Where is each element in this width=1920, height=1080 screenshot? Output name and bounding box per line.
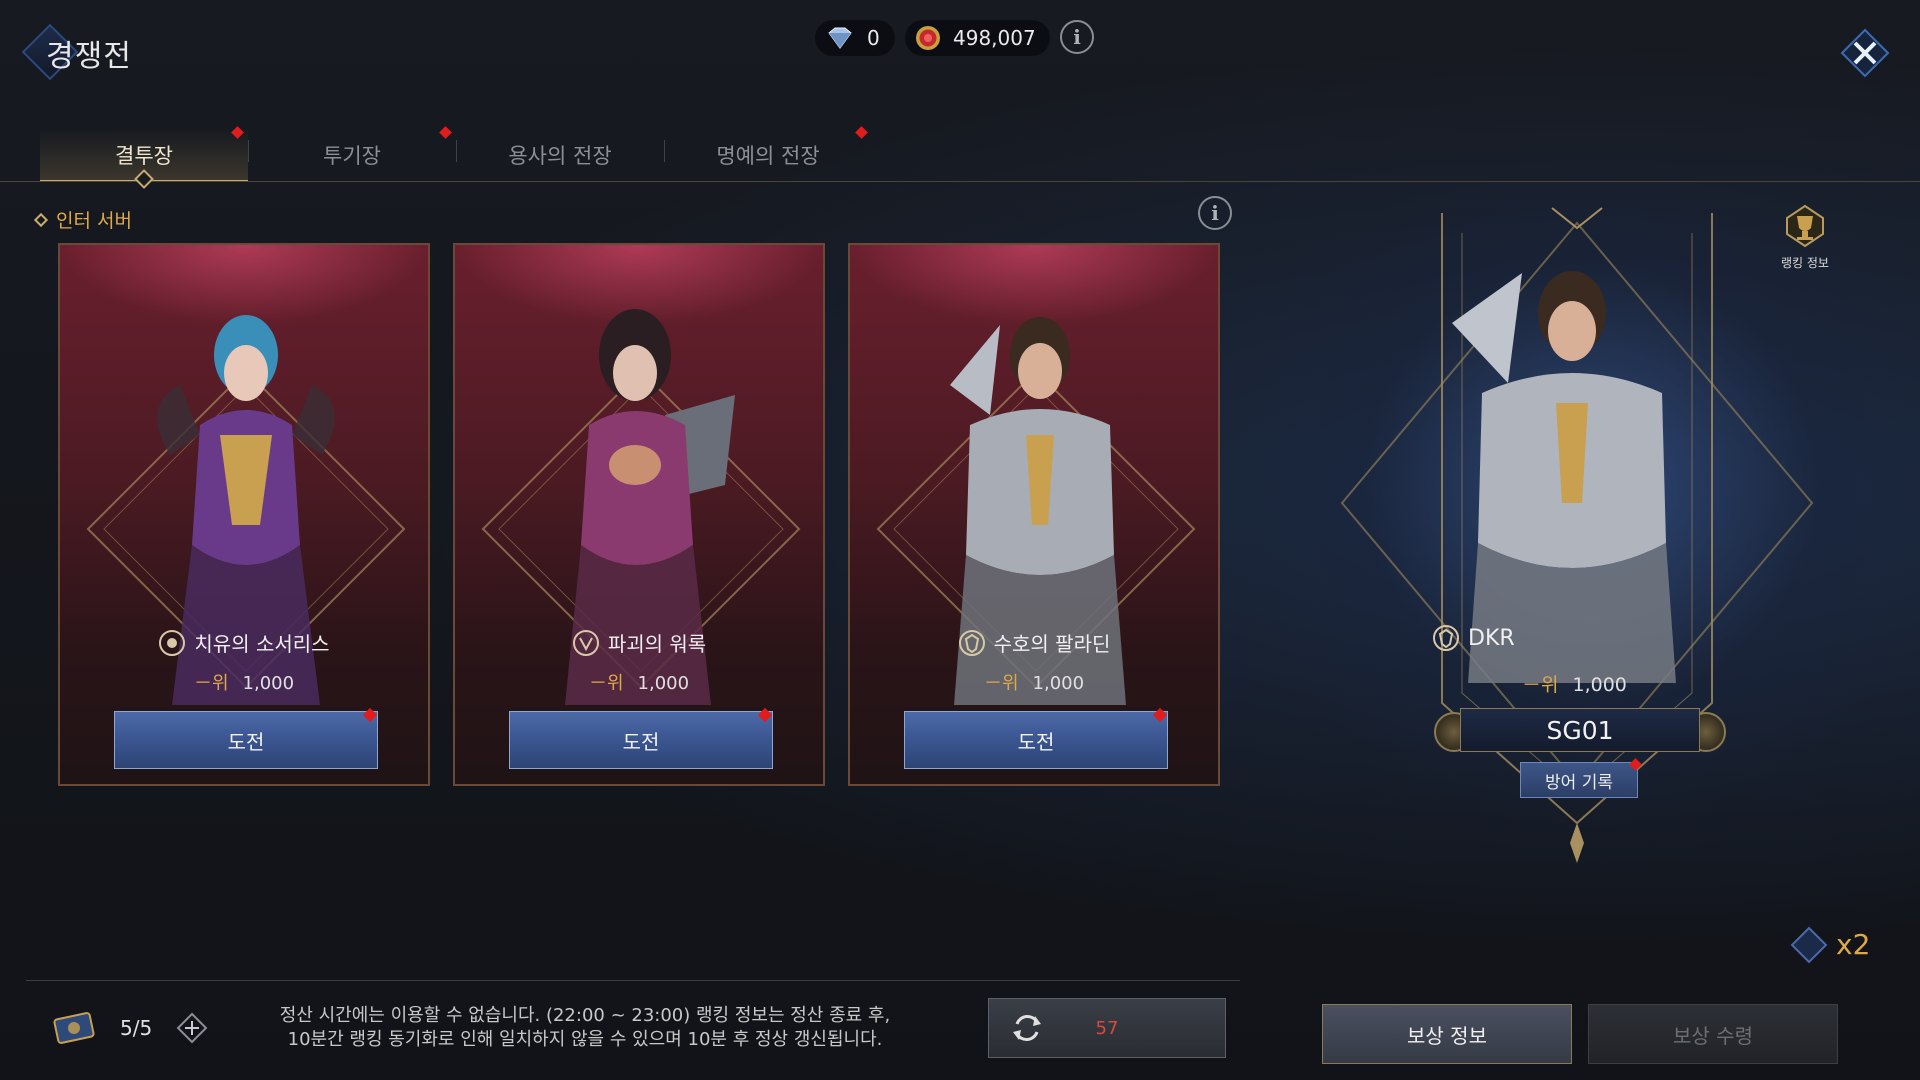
red-coin-icon — [915, 26, 941, 50]
reward-multiplier: x2 — [1790, 926, 1871, 963]
rank-score: 1,000 — [1572, 674, 1627, 696]
rank-score: 1,000 — [242, 673, 295, 694]
opponent-card[interactable]: 수호의 팔라딘 －위 1,000 도전 — [848, 243, 1220, 786]
title-area: 경쟁전 — [21, 23, 131, 81]
opponent-rank: －위 1,000 — [850, 669, 1218, 695]
refresh-cost: 57 — [1095, 1017, 1119, 1039]
coin-currency: 498,007 — [905, 20, 1050, 56]
new-badge — [231, 126, 244, 139]
currency-info-icon[interactable]: i — [1060, 20, 1094, 54]
matchup-info-icon[interactable]: i — [1198, 196, 1232, 230]
challenge-button[interactable]: 도전 — [114, 707, 378, 769]
ticket-icon — [53, 1012, 95, 1044]
tab-arena[interactable]: 투기장 — [248, 126, 456, 182]
server-section-label: 인터 서버 — [33, 206, 132, 233]
rank-position: －위 — [983, 673, 1019, 694]
diamond-amount: 0 — [867, 26, 880, 50]
refresh-opponents-button[interactable]: 57 — [988, 998, 1226, 1058]
bottom-divider — [26, 980, 1240, 981]
rank-score: 1,000 — [637, 673, 690, 694]
opponent-rank: －위 1,000 — [455, 669, 823, 695]
my-rank: －위 1,000 — [1522, 670, 1627, 697]
tab-honor-battlefield[interactable]: 명예의 전장 — [664, 126, 872, 182]
tab-warrior-battlefield[interactable]: 용사의 전장 — [456, 128, 664, 182]
blue-diamond-icon — [1790, 926, 1828, 963]
notice-line: 정산 시간에는 이용할 수 없습니다. (22:00 ~ 23:00) 랭킹 정… — [279, 1005, 891, 1026]
ranking-info-label: 랭킹 정보 — [1781, 256, 1829, 270]
mode-tabs: 결투장 투기장 용사의 전장 명예의 전장 — [40, 126, 872, 182]
opponent-card[interactable]: 파괴의 워록 －위 1,000 도전 — [453, 243, 825, 786]
opponent-class-name: 파괴의 워록 — [607, 632, 707, 656]
opponent-class: 치유의 소서리스 — [60, 628, 428, 657]
close-icon[interactable] — [1840, 28, 1890, 78]
opponent-class: 수호의 팔라딘 — [850, 628, 1218, 657]
challenge-button[interactable]: 도전 — [509, 707, 773, 769]
defense-record-label: 방어 기록 — [1545, 772, 1613, 793]
server-name: SG01 — [1546, 715, 1614, 745]
my-name-text: DKR — [1468, 625, 1515, 651]
opponent-class-name: 수호의 팔라딘 — [993, 632, 1111, 656]
diamond-bullet-icon — [33, 212, 49, 227]
rank-position: －위 — [193, 673, 229, 694]
new-badge — [439, 126, 452, 139]
page-title: 경쟁전 — [46, 39, 132, 74]
challenge-button[interactable]: 도전 — [904, 707, 1168, 769]
tab-label: 용사의 전장 — [508, 144, 612, 168]
settlement-notice: 정산 시간에는 이용할 수 없습니다. (22:00 ~ 23:00) 랭킹 정… — [240, 1004, 930, 1052]
ticket-count: 5/5 — [120, 1016, 153, 1040]
challenge-label: 도전 — [622, 729, 660, 754]
trophy-icon — [1786, 204, 1824, 248]
reward-claim-label: 보상 수령 — [1673, 1023, 1753, 1048]
opponent-class-name: 치유의 소서리스 — [194, 632, 330, 656]
defense-record-button[interactable]: 방어 기록 — [1520, 758, 1642, 798]
notice-line: 10분간 랭킹 동기화로 인해 일치하지 않을 수 있으며 10분 후 정상 갱… — [287, 1029, 883, 1050]
challenge-label: 도전 — [1017, 729, 1055, 754]
destruction-warlock-class-icon — [572, 629, 599, 656]
reward-info-label: 보상 정보 — [1407, 1023, 1487, 1048]
competition-screen: 경쟁전 0 498,007 i 결투장 투기장 용사의 전장 명예의 전장 인터… — [0, 0, 1920, 1080]
tabs-divider — [0, 181, 1920, 182]
reward-info-button[interactable]: 보상 정보 — [1322, 1004, 1572, 1064]
ranking-info-button[interactable]: 랭킹 정보 — [1770, 204, 1840, 270]
new-badge — [855, 126, 868, 139]
diamond-gem-icon — [825, 26, 855, 50]
rank-position: －위 — [588, 673, 624, 694]
reward-claim-button[interactable]: 보상 수령 — [1588, 1004, 1838, 1064]
my-character-name: DKR — [1432, 624, 1515, 652]
my-paladin-portrait — [1452, 271, 1676, 683]
add-ticket-icon[interactable] — [176, 1012, 208, 1044]
new-badge — [757, 707, 773, 723]
guardian-paladin-class-icon — [1433, 625, 1459, 651]
challenge-label: 도전 — [227, 729, 265, 754]
multiplier-text: x2 — [1836, 928, 1871, 961]
opponent-class: 파괴의 워록 — [455, 628, 823, 657]
tab-label: 투기장 — [323, 144, 381, 168]
guardian-paladin-class-icon — [958, 629, 985, 656]
section-label-text: 인터 서버 — [56, 210, 132, 232]
rank-score: 1,000 — [1032, 673, 1085, 694]
tab-label: 결투장 — [115, 144, 173, 168]
rank-position: －위 — [1522, 674, 1559, 696]
opponent-rank: －위 1,000 — [60, 669, 428, 695]
new-badge — [362, 707, 378, 723]
diamond-currency: 0 — [815, 20, 895, 56]
server-badge: SG01 — [1460, 708, 1700, 752]
healing-sorceress-class-icon — [159, 629, 186, 656]
tab-label: 명예의 전장 — [716, 144, 820, 168]
opponent-card[interactable]: 치유의 소서리스 －위 1,000 도전 — [58, 243, 430, 786]
coin-amount: 498,007 — [953, 26, 1036, 50]
new-badge — [1152, 707, 1168, 723]
